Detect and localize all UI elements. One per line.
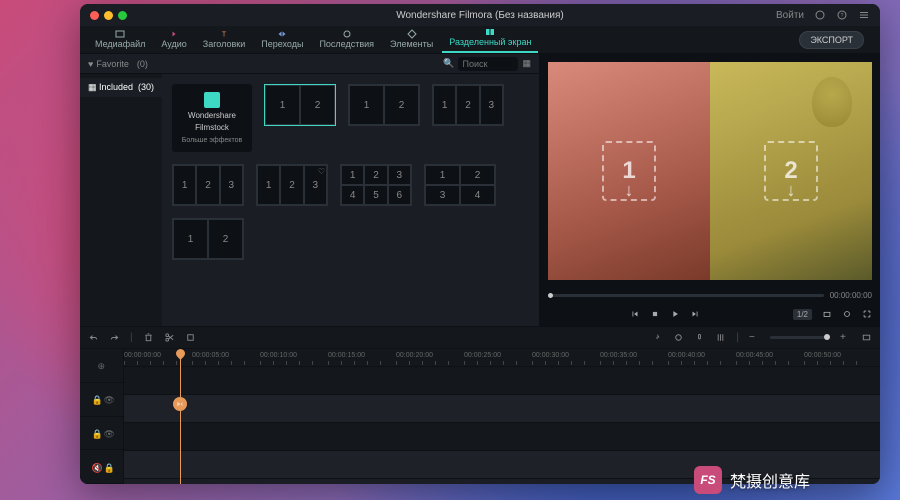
library-panel: ♥ Favorite (0) 🔍 ▦ ▦ Included(30)	[80, 54, 540, 326]
close-button[interactable]	[90, 11, 99, 20]
svg-text:T: T	[222, 32, 227, 39]
timeline-track[interactable]	[124, 367, 880, 395]
timeline-toolbar: | | − +	[80, 327, 880, 349]
cut-icon[interactable]	[164, 332, 175, 343]
timeline-tracks[interactable]: 00:00:00:0000:00:05:0000:00:10:0000:00:1…	[124, 349, 880, 484]
add-track-icon[interactable]: ⊕	[98, 361, 106, 369]
zoom-fit-icon[interactable]	[861, 332, 872, 343]
zoom-level[interactable]: 1/2	[793, 309, 812, 320]
split-template-7[interactable]: 12	[172, 218, 244, 260]
track-headers: ⊕ 🔒 👁 🔒 👁 🔇 🔒	[80, 349, 124, 484]
voice-icon[interactable]	[694, 332, 705, 343]
main-tabs: Медиафайл Аудио TЗаголовки Переходы Посл…	[80, 26, 880, 54]
track-header-audio[interactable]: 🔇 🔒	[80, 450, 123, 484]
preview-slot-2[interactable]: 2	[710, 62, 872, 280]
marker-icon[interactable]	[652, 332, 663, 343]
visibility-icon[interactable]: 👁	[104, 395, 112, 403]
track-header-tools: ⊕	[80, 349, 123, 383]
export-button[interactable]: ЭКСПОРТ	[799, 31, 864, 49]
tab-effects[interactable]: Последствия	[312, 24, 381, 53]
split-template-2[interactable]: 123	[432, 84, 504, 126]
window-title: Wondershare Filmora (Без названия)	[396, 10, 564, 21]
watermark-text: 梵摄创意库	[730, 468, 810, 492]
heart-icon[interactable]: ♡	[318, 167, 325, 176]
visibility-icon[interactable]: 👁	[104, 429, 112, 437]
minimize-button[interactable]	[104, 11, 113, 20]
timeline-panel: | | − + ⊕ 🔒 👁	[80, 326, 880, 484]
tab-elements[interactable]: Элементы	[383, 24, 440, 53]
redo-icon[interactable]	[109, 332, 120, 343]
watermark: FS 梵摄创意库	[694, 466, 810, 494]
drop-zone-1[interactable]: 1	[602, 141, 656, 201]
zoom-in-icon[interactable]: +	[840, 332, 851, 343]
next-frame-button[interactable]	[690, 309, 700, 319]
sidebar-item-included[interactable]: ▦ Included(30)	[80, 78, 162, 97]
crop-icon[interactable]	[185, 332, 196, 343]
maximize-button[interactable]	[118, 11, 127, 20]
login-link[interactable]: Войти	[776, 10, 804, 21]
tab-split-screen[interactable]: Разделенный экран	[442, 22, 538, 53]
mute-icon[interactable]: 🔇	[92, 463, 100, 471]
preview-panel: 1 2 00:00:00:00 1/2	[540, 54, 880, 326]
preview-slot-1[interactable]: 1	[548, 62, 710, 280]
filmstock-card[interactable]: Wondershare Filmstock Больше эффектов	[172, 84, 252, 152]
preview-scrubber[interactable]	[548, 294, 824, 297]
tab-transitions[interactable]: Переходы	[254, 24, 310, 53]
split-template-4[interactable]: 123♡	[256, 164, 328, 206]
mixer-icon[interactable]	[715, 332, 726, 343]
delete-icon[interactable]	[143, 332, 154, 343]
split-template-1[interactable]: 12	[348, 84, 420, 126]
help-icon[interactable]: ?	[836, 9, 848, 21]
timeline-track[interactable]	[124, 423, 880, 451]
timecode: 00:00:00:00	[830, 291, 872, 300]
balloon-graphic	[812, 77, 852, 127]
record-icon[interactable]	[673, 332, 684, 343]
category-sidebar: ▦ Included(30)	[80, 74, 162, 326]
track-header-video[interactable]: 🔒 👁	[80, 383, 123, 417]
menu-icon[interactable]	[858, 9, 870, 21]
template-grid: Wondershare Filmstock Больше эффектов 12…	[162, 74, 539, 326]
notification-icon[interactable]	[814, 9, 826, 21]
fullscreen-icon[interactable]	[862, 309, 872, 319]
traffic-lights	[90, 11, 127, 20]
lock-icon[interactable]: 🔒	[92, 429, 100, 437]
stop-button[interactable]	[650, 309, 660, 319]
playback-controls: 1/2	[540, 302, 880, 326]
tab-audio[interactable]: Аудио	[154, 24, 193, 53]
prev-frame-button[interactable]	[630, 309, 640, 319]
timeline-ruler[interactable]: 00:00:00:0000:00:05:0000:00:10:0000:00:1…	[124, 349, 880, 367]
grid-view-icon[interactable]: ▦	[522, 58, 531, 69]
drop-zone-2[interactable]: 2	[764, 141, 818, 201]
favorite-filter[interactable]: ♥ Favorite	[88, 59, 129, 69]
preview-viewport: 1 2	[548, 62, 872, 280]
app-window: Wondershare Filmora (Без названия) Войти…	[80, 4, 880, 484]
zoom-out-icon[interactable]: −	[749, 332, 760, 343]
tab-titles[interactable]: TЗаголовки	[196, 24, 252, 53]
split-template-0[interactable]: 12	[264, 84, 336, 126]
search-input[interactable]	[458, 57, 518, 71]
titlebar: Wondershare Filmora (Без названия) Войти…	[80, 4, 880, 26]
snapshot-icon[interactable]	[822, 309, 832, 319]
lock-icon[interactable]: 🔒	[92, 395, 100, 403]
split-template-6[interactable]: 1234	[424, 164, 496, 206]
favorite-count: (0)	[137, 59, 148, 69]
track-header-video-2[interactable]: 🔒 👁	[80, 417, 123, 451]
split-template-5[interactable]: 123456	[340, 164, 412, 206]
watermark-badge: FS	[694, 466, 722, 494]
play-button[interactable]	[670, 309, 680, 319]
quality-icon[interactable]	[842, 309, 852, 319]
search-icon: 🔍	[443, 58, 454, 69]
filmstock-logo-icon	[204, 92, 220, 108]
zoom-slider[interactable]	[770, 336, 830, 339]
undo-icon[interactable]	[88, 332, 99, 343]
tab-media[interactable]: Медиафайл	[88, 24, 152, 53]
svg-text:?: ?	[841, 13, 844, 19]
timeline-track[interactable]	[124, 395, 880, 423]
split-template-3[interactable]: 123	[172, 164, 244, 206]
lock-icon[interactable]: 🔒	[104, 463, 112, 471]
playhead[interactable]	[180, 349, 181, 484]
